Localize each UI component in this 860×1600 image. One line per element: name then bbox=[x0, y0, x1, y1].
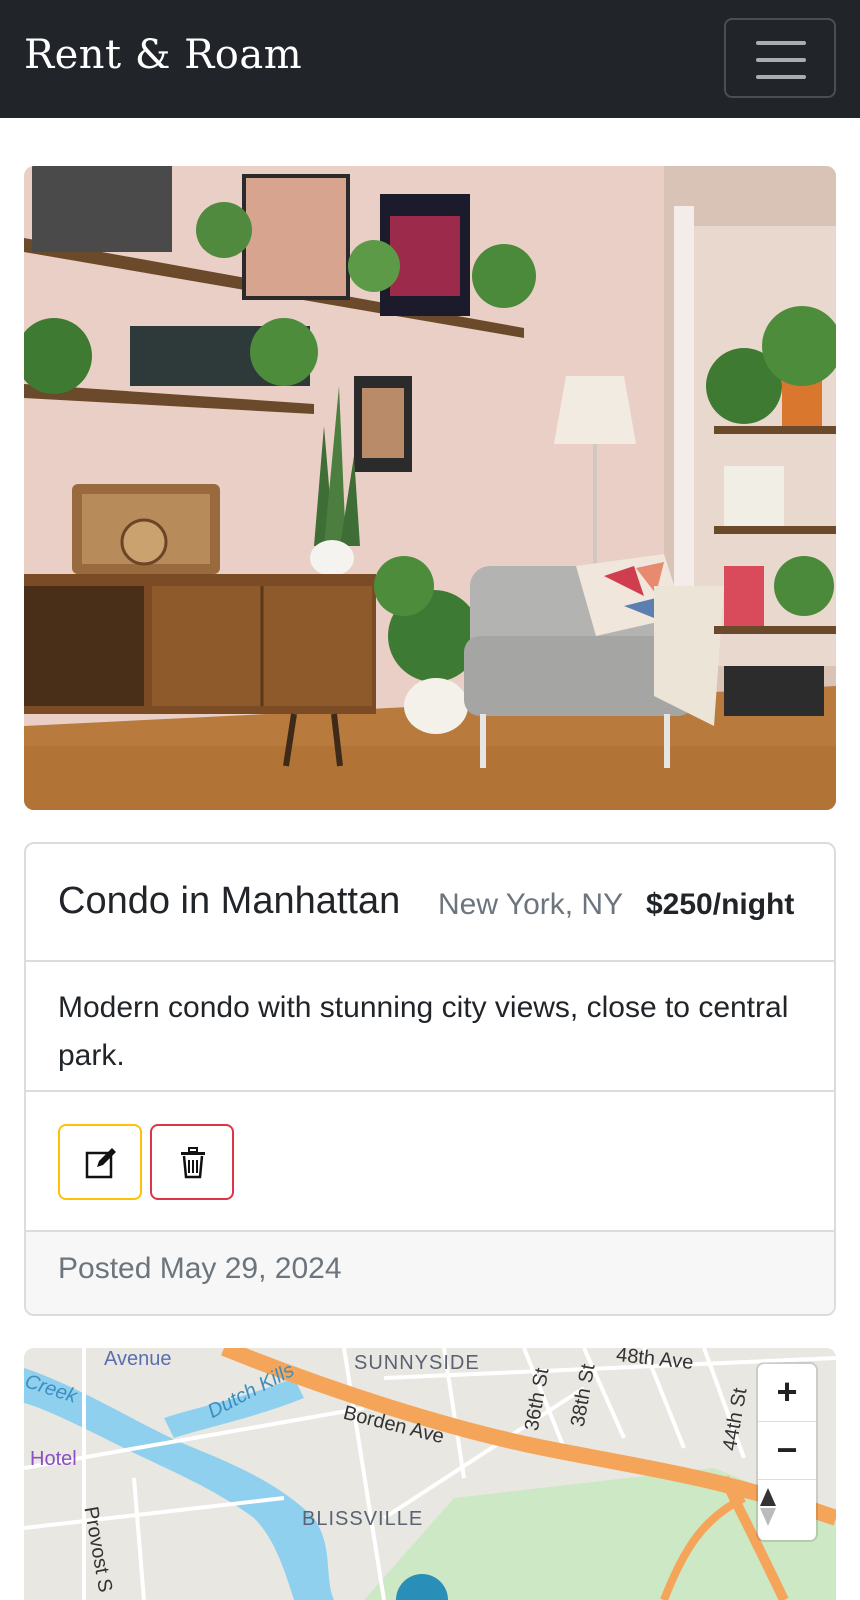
navbar: Rent & Roam bbox=[0, 0, 860, 118]
posted-date: Posted May 29, 2024 bbox=[58, 1252, 342, 1285]
listing-actions bbox=[26, 1092, 834, 1232]
hamburger-icon bbox=[756, 41, 806, 45]
hamburger-icon-bar bbox=[756, 75, 806, 79]
map-label-avenue: Avenue bbox=[104, 1348, 172, 1370]
listing-photo bbox=[24, 166, 836, 810]
edit-button[interactable] bbox=[58, 1124, 142, 1200]
hamburger-icon-bar bbox=[756, 58, 806, 62]
listing-location: New York, NY bbox=[438, 888, 624, 921]
trash-icon bbox=[181, 1147, 205, 1179]
listing-description: Modern condo with stunning city views, c… bbox=[58, 991, 789, 1072]
menu-toggle-button[interactable] bbox=[724, 18, 836, 98]
listing-description-section: Modern condo with stunning city views, c… bbox=[26, 962, 834, 1092]
map-label-blissville: BLISSVILLE bbox=[302, 1508, 424, 1530]
map-label-sunnyside: SUNNYSIDE bbox=[354, 1352, 480, 1374]
delete-button[interactable] bbox=[150, 1124, 234, 1200]
listing-footer: Posted May 29, 2024 bbox=[26, 1232, 834, 1314]
listing-price: $250/night bbox=[646, 888, 795, 921]
compass-icon bbox=[760, 1488, 776, 1526]
map-label-hotel: Hotel bbox=[30, 1448, 77, 1470]
compass-button[interactable] bbox=[758, 1480, 816, 1538]
edit-icon bbox=[85, 1148, 116, 1179]
zoom-out-button[interactable]: − bbox=[758, 1422, 816, 1480]
listing-header: Condo in Manhattan New York, NY $250/nig… bbox=[26, 844, 834, 962]
brand-logo[interactable]: Rent & Roam bbox=[24, 32, 302, 78]
zoom-in-button[interactable]: + bbox=[758, 1364, 816, 1422]
listing-title: Condo in Manhattan bbox=[58, 880, 401, 922]
listing-card: Condo in Manhattan New York, NY $250/nig… bbox=[24, 842, 836, 1316]
location-map[interactable]: Avenue SUNNYSIDE Creek Dutch Kills Hotel… bbox=[24, 1348, 836, 1600]
map-zoom-controls: + − bbox=[758, 1364, 816, 1540]
